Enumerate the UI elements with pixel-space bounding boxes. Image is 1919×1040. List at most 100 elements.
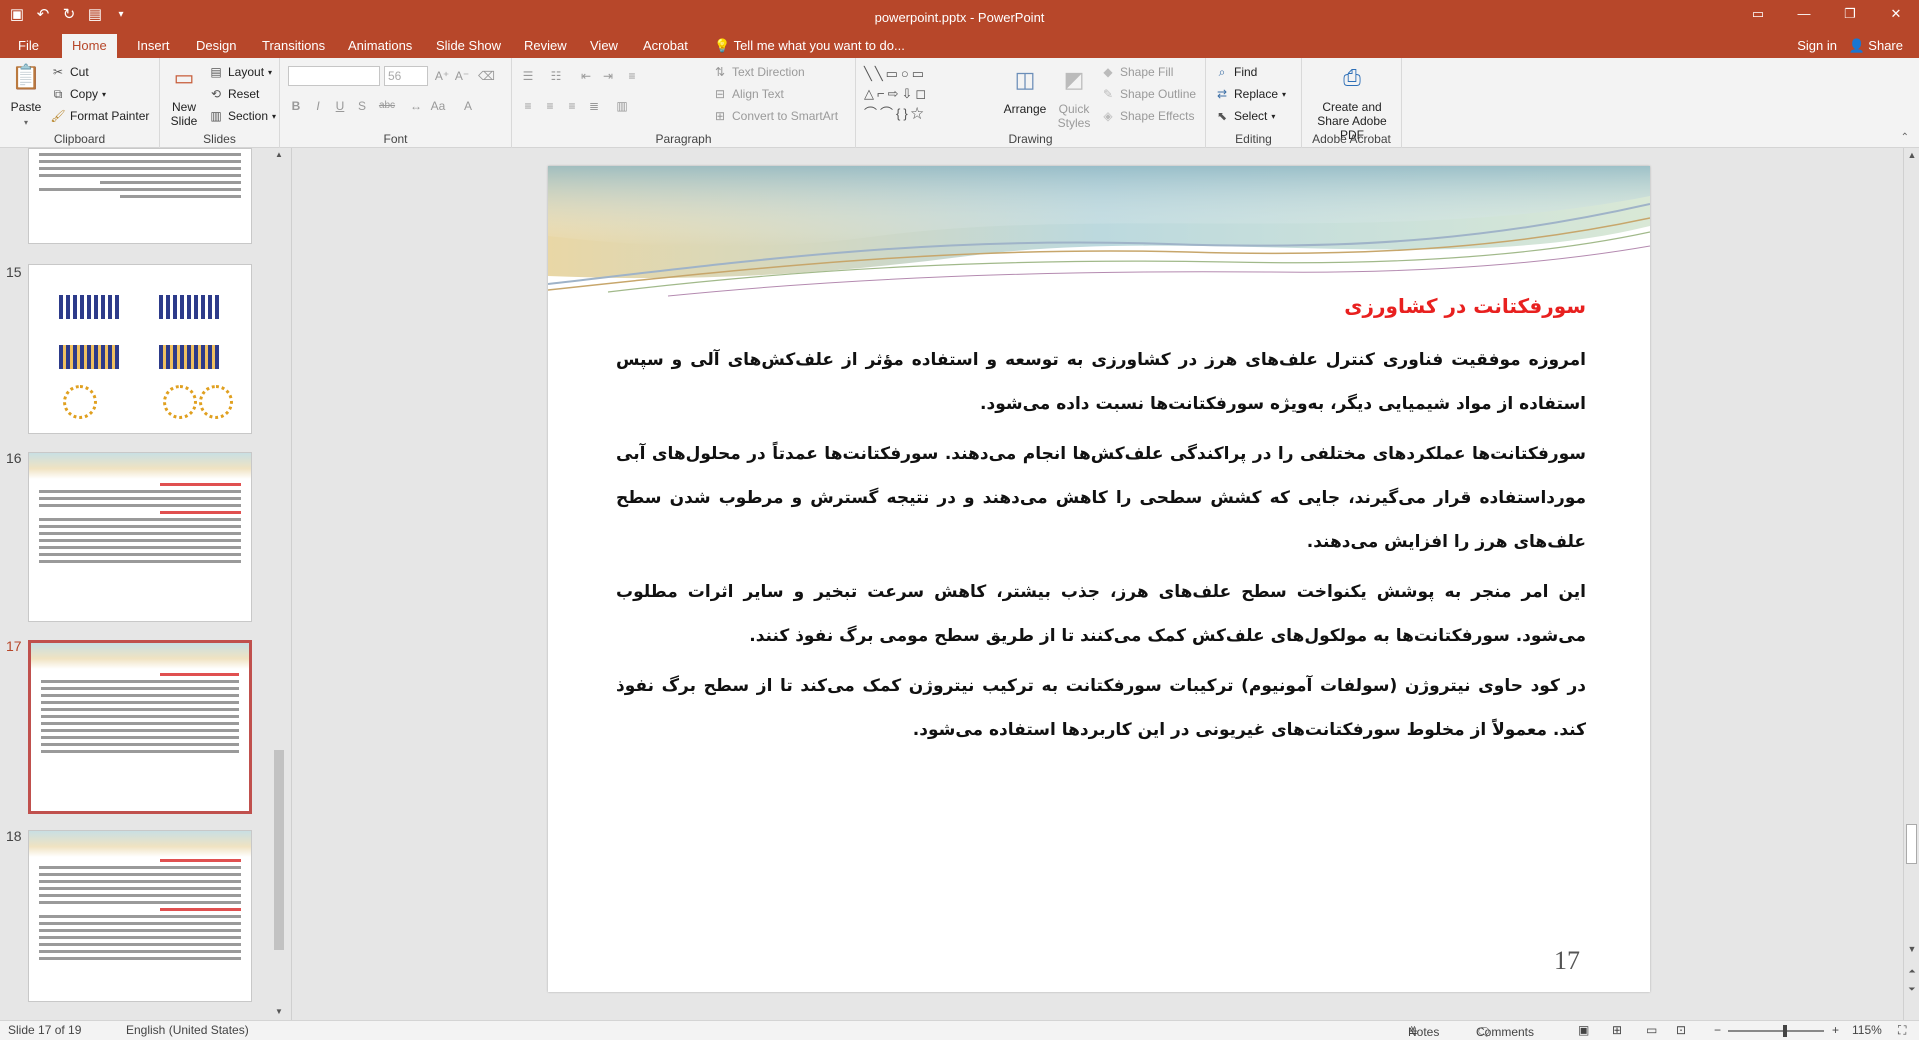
- collapse-ribbon-icon[interactable]: ⌃: [1901, 132, 1909, 143]
- tab-file[interactable]: File: [8, 34, 49, 58]
- zoom-out-icon[interactable]: −: [1714, 1023, 1721, 1037]
- tab-slide-show[interactable]: Slide Show: [426, 34, 511, 58]
- slideshow-view-icon[interactable]: ⊡: [1676, 1023, 1686, 1037]
- minimize-icon[interactable]: —: [1781, 0, 1827, 28]
- shape-effects-button[interactable]: ◈ Shape Effects: [1100, 108, 1194, 124]
- slide-paragraph: امروزه موفقیت فناوری کنترل علف‌های هرز د…: [616, 350, 1586, 414]
- slide-thumbnail[interactable]: [28, 640, 252, 814]
- copy-button[interactable]: ⧉ Copy ▾: [50, 86, 106, 102]
- increase-font-size-button[interactable]: A⁺: [434, 68, 450, 84]
- convert-smartart-button[interactable]: ⊞ Convert to SmartArt: [712, 108, 838, 124]
- tab-transitions[interactable]: Transitions: [252, 34, 335, 58]
- align-left-button[interactable]: ≡: [520, 98, 536, 114]
- slide-thumbnail[interactable]: [28, 830, 252, 1002]
- cut-button[interactable]: ✂ Cut: [50, 64, 89, 80]
- slide-thumbnail[interactable]: [28, 264, 252, 434]
- quick-styles-icon: ◩: [1063, 67, 1085, 92]
- align-right-button[interactable]: ≡: [564, 98, 580, 114]
- change-case-button[interactable]: Aa: [430, 98, 446, 114]
- character-spacing-button[interactable]: ↔: [408, 98, 424, 114]
- select-button[interactable]: ⬉ Select ▾: [1214, 108, 1275, 124]
- align-right-icon: ≡: [568, 99, 576, 113]
- quick-styles-button[interactable]: ◩ Quick Styles: [1052, 64, 1096, 130]
- thumbnail-scrollbar[interactable]: ▲ ▼: [272, 148, 286, 1020]
- decrease-font-size-button[interactable]: A⁻: [454, 68, 470, 84]
- slide-sorter-icon[interactable]: ⊞: [1612, 1023, 1622, 1037]
- reading-view-icon[interactable]: ▭: [1646, 1023, 1657, 1037]
- paragraph-group: ☰ ☷ ⇤ ⇥ ≡ ≡ ≡ ≡ ≣ ▥ ⇅ Text Direction ⊟ A…: [512, 58, 856, 148]
- close-icon[interactable]: ✕: [1873, 0, 1919, 28]
- zoom-in-icon[interactable]: +: [1832, 1023, 1839, 1037]
- slide-banner: [548, 166, 1650, 297]
- zoom-level[interactable]: 115%: [1852, 1023, 1882, 1037]
- layout-button[interactable]: ▤ Layout ▾: [208, 64, 272, 80]
- language-indicator[interactable]: English (United States): [126, 1023, 249, 1037]
- numbering-button[interactable]: ☷: [548, 68, 564, 84]
- share-button[interactable]: 👤 Share: [1848, 34, 1903, 58]
- increase-indent-button[interactable]: ⇥: [600, 68, 616, 84]
- text-direction-button[interactable]: ⇅ Text Direction: [712, 64, 805, 80]
- line-spacing-button[interactable]: ≡: [624, 68, 640, 84]
- slide-scroll-thumb[interactable]: [1906, 824, 1917, 864]
- bold-button[interactable]: B: [288, 98, 304, 114]
- font-size-combo[interactable]: 56: [384, 66, 428, 86]
- slide-body-text[interactable]: امروزه موفقیت فناوری کنترل علف‌های هرز د…: [616, 338, 1586, 758]
- columns-button[interactable]: ▥: [614, 98, 630, 114]
- font-name-combo[interactable]: [288, 66, 380, 86]
- strikethrough-button[interactable]: abc: [376, 98, 398, 114]
- arrange-button[interactable]: ◫ Arrange: [1002, 64, 1048, 116]
- tab-review[interactable]: Review: [514, 34, 577, 58]
- shape-outline-button[interactable]: ✎ Shape Outline: [1100, 86, 1196, 102]
- clear-formatting-button[interactable]: ⌫: [478, 68, 495, 84]
- center-button[interactable]: ≡: [542, 98, 558, 114]
- align-text-icon: ⊟: [714, 87, 726, 101]
- justify-button[interactable]: ≣: [586, 98, 602, 114]
- slide-scrollbar[interactable]: ▲ ▼ ⏶ ⏷: [1903, 148, 1919, 1020]
- normal-view-icon[interactable]: ▣: [1578, 1023, 1589, 1037]
- find-button[interactable]: ⌕ Find: [1214, 64, 1258, 80]
- italic-button[interactable]: I: [310, 98, 326, 114]
- layout-icon: ▤: [210, 65, 222, 79]
- new-slide-button[interactable]: ▭ New Slide: [164, 62, 204, 128]
- align-text-button[interactable]: ⊟ Align Text: [712, 86, 784, 102]
- tab-view[interactable]: View: [580, 34, 628, 58]
- tab-insert[interactable]: Insert: [127, 34, 180, 58]
- format-painter-button[interactable]: 🖌 Format Painter: [50, 108, 149, 124]
- restore-icon[interactable]: ❐: [1827, 0, 1873, 28]
- ribbon-display-options-icon[interactable]: ▭: [1735, 0, 1781, 28]
- create-share-pdf-button[interactable]: ⎙ Create and Share Adobe PDF: [1306, 62, 1398, 142]
- scissors-icon: ✂: [52, 65, 64, 79]
- zoom-slider[interactable]: [1728, 1030, 1824, 1032]
- sign-in-link[interactable]: Sign in: [1797, 34, 1837, 58]
- slide-thumbnail[interactable]: [28, 148, 252, 244]
- decrease-indent-button[interactable]: ⇤: [578, 68, 594, 84]
- slide-thumbnail[interactable]: [28, 452, 252, 622]
- next-slide-icon[interactable]: ⏷: [1904, 984, 1919, 995]
- scroll-down-icon[interactable]: ▼: [1904, 944, 1919, 954]
- tab-acrobat[interactable]: Acrobat: [633, 34, 698, 58]
- reset-button[interactable]: ⟲ Reset: [208, 86, 259, 102]
- scroll-down-icon[interactable]: ▼: [272, 1007, 286, 1016]
- previous-slide-icon[interactable]: ⏶: [1904, 966, 1919, 977]
- thumbnail-scroll-thumb[interactable]: [274, 750, 284, 950]
- tab-home[interactable]: Home: [62, 34, 117, 58]
- tab-animations[interactable]: Animations: [338, 34, 422, 58]
- tell-me-box[interactable]: 💡 Tell me what you want to do...: [714, 34, 905, 58]
- bullets-button[interactable]: ☰: [520, 68, 536, 84]
- tab-design[interactable]: Design: [186, 34, 246, 58]
- shapes-gallery[interactable]: ╲╲▭○▭ △⌐⇨⇩◻ ⌒⌒{}☆: [864, 64, 992, 124]
- scroll-up-icon[interactable]: ▲: [1904, 150, 1919, 160]
- zoom-slider-thumb[interactable]: [1783, 1025, 1787, 1037]
- section-button[interactable]: ▥ Section ▾: [208, 108, 276, 124]
- slide-title[interactable]: سورفکتانت در کشاورزی: [1344, 294, 1586, 318]
- paste-button[interactable]: 📋 Paste ▾: [8, 62, 44, 127]
- scroll-up-icon[interactable]: ▲: [272, 150, 286, 159]
- shape-fill-button[interactable]: ◆ Shape Fill: [1100, 64, 1173, 80]
- section-label: Section: [228, 109, 269, 123]
- font-color-button[interactable]: A: [460, 98, 476, 114]
- current-slide[interactable]: سورفکتانت در کشاورزی امروزه موفقیت فناور…: [548, 166, 1650, 992]
- underline-button[interactable]: U: [332, 98, 348, 114]
- fit-slide-icon[interactable]: ⛶: [1898, 1023, 1906, 1038]
- shadow-button[interactable]: S: [354, 98, 370, 114]
- replace-button[interactable]: ⇄ Replace ▾: [1214, 86, 1286, 102]
